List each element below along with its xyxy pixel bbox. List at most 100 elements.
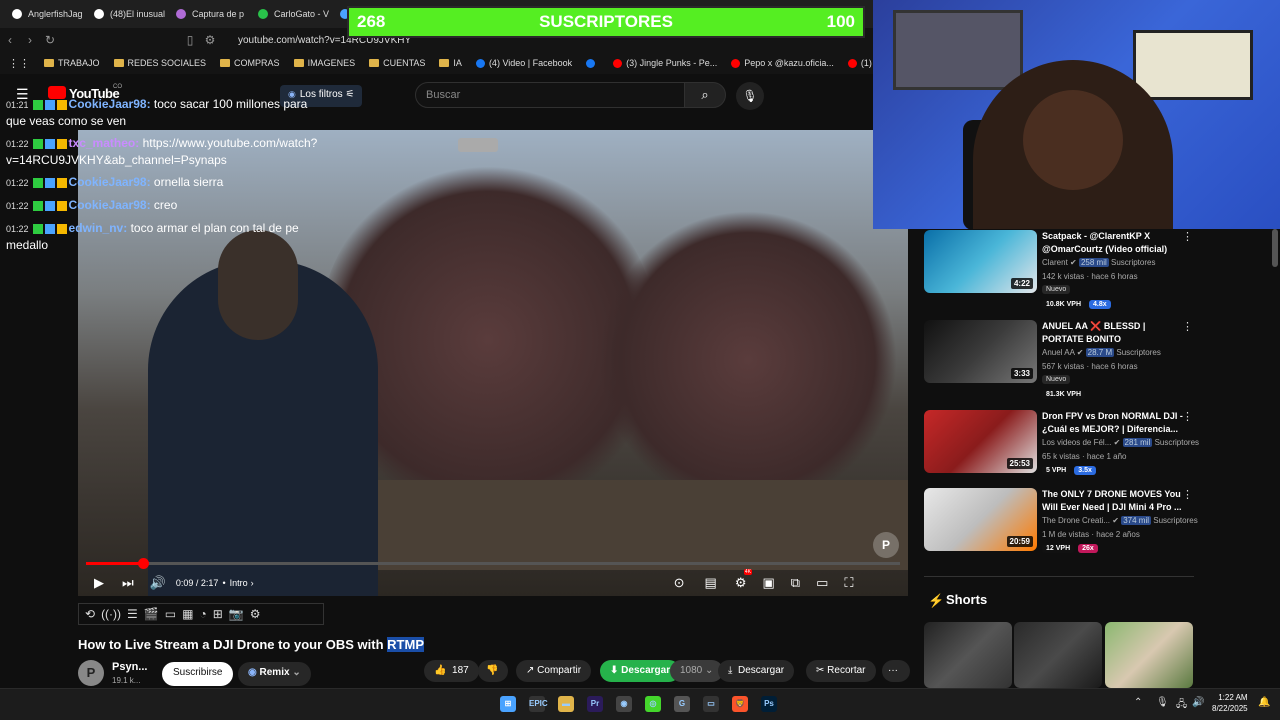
progress-knob[interactable] <box>137 558 149 569</box>
screen-icon[interactable]: ▭ <box>165 607 176 621</box>
more-vert-icon[interactable]: ⋮ <box>1182 410 1193 423</box>
subtitles-icon[interactable]: ▤ <box>705 575 717 591</box>
recommendation-title[interactable]: Dron FPV vs Dron NORMAL DJI - ¿Cuál es M… <box>1042 410 1187 436</box>
reload-icon[interactable]: ↻ <box>40 33 60 47</box>
pip-icon[interactable]: ⧉ <box>791 575 800 591</box>
chapter-label[interactable]: Intro <box>230 578 248 588</box>
app-icon[interactable]: G <box>674 696 690 712</box>
windows-start-icon[interactable]: ⊞ <box>500 696 516 712</box>
browser-tab[interactable]: AnglerfishJag <box>4 2 84 26</box>
bookmark-icon[interactable]: ▯ <box>180 33 200 47</box>
tray-volume-icon[interactable]: 🔊 <box>1192 697 1204 708</box>
photoshop-icon[interactable]: Ps <box>761 696 777 712</box>
next-icon[interactable]: ⏭ <box>122 575 134 591</box>
tray-network-icon[interactable]: 🖧 <box>1176 697 1187 714</box>
download-button[interactable]: ⤓ Descargar <box>718 660 795 682</box>
browser-tab[interactable]: CarloGato - V <box>250 2 330 26</box>
download-extension-button[interactable]: ⬇ Descargar <box>600 660 681 682</box>
bookmark-item[interactable]: REDES SOCIALES <box>113 58 206 68</box>
recommendation-title[interactable]: Scatpack - @ClarentKP X @OmarCourtz (Vid… <box>1042 230 1187 256</box>
bookmark-item[interactable]: COMPRAS <box>220 58 280 68</box>
more-vert-icon[interactable]: ⋮ <box>1182 230 1193 243</box>
autoplay-toggle[interactable]: ⊙ <box>674 575 685 591</box>
fullscreen-icon[interactable]: ⛶ <box>844 575 853 591</box>
add-icon[interactable]: ⊞ <box>213 607 223 621</box>
file-explorer-icon[interactable]: ▬ <box>558 696 574 712</box>
theater-icon[interactable]: ▭ <box>816 575 828 591</box>
share-button[interactable]: ↗ Compartir <box>516 660 592 682</box>
recommendation-thumbnail[interactable]: 4:22 <box>924 230 1037 293</box>
quality-select[interactable]: 1080 ⌄ <box>670 660 724 682</box>
loop-icon[interactable]: ⟲ <box>85 607 95 621</box>
epic-games-icon[interactable]: EPIC <box>529 696 548 712</box>
clip-button[interactable]: ✂ Recortar <box>806 660 876 682</box>
more-actions-button[interactable]: ··· <box>882 660 910 682</box>
grid-icon[interactable]: ▦ <box>182 607 193 621</box>
recommendation-title[interactable]: The ONLY 7 DRONE MOVES You Will Ever Nee… <box>1042 488 1187 514</box>
short-thumbnail[interactable] <box>1014 622 1102 688</box>
search-input[interactable]: Buscar <box>415 82 685 108</box>
recommendation-thumbnail[interactable]: 25:53 <box>924 410 1037 473</box>
terminal-icon[interactable]: ▭ <box>703 696 719 712</box>
back-icon[interactable]: ‹ <box>0 33 20 47</box>
playlist-icon[interactable]: ☰ <box>127 607 138 621</box>
bookmark-item[interactable] <box>586 58 599 68</box>
bookmark-item[interactable]: (3) Jingle Punks - Pe... <box>613 58 717 68</box>
dislike-button[interactable]: 👎 <box>478 660 508 682</box>
sidebar-scrollbar[interactable] <box>1272 229 1278 267</box>
recommendation-channel[interactable]: Anuel AA ✔ 28.7 M Suscriptores <box>1042 348 1161 357</box>
bookmark-item[interactable]: CUENTAS <box>369 58 425 68</box>
recommendation-item[interactable]: 3:33 ANUEL AA ❌ BLESSD | PORTATE BONITO An… <box>924 320 1194 399</box>
bookmark-item[interactable]: Pepo x @kazu.oficia... <box>731 58 834 68</box>
channel-avatar[interactable]: P <box>78 660 104 686</box>
tray-mic-icon[interactable]: 🎙 <box>1156 697 1169 708</box>
recommendation-item[interactable]: 25:53 Dron FPV vs Dron NORMAL DJI - ¿Cuál… <box>924 410 1199 475</box>
volume-icon[interactable]: 🔊 <box>150 575 166 591</box>
tray-chevron-up-icon[interactable]: ⌃ <box>1134 697 1142 708</box>
chrome-icon[interactable]: ◉ <box>616 696 632 712</box>
short-thumbnail[interactable] <box>924 622 1012 688</box>
recommendation-title[interactable]: ANUEL AA ❌ BLESSD | PORTATE BONITO <box>1042 320 1187 346</box>
miniplayer-icon[interactable]: ▣ <box>762 575 774 591</box>
notification-icon[interactable]: 🔔 <box>1258 697 1270 708</box>
brave-icon[interactable]: 🦁 <box>732 696 748 712</box>
recommendation-item[interactable]: 4:22 Scatpack - @ClarentKP X @OmarCourtz … <box>924 230 1194 309</box>
bookmark-item[interactable]: (4) Video | Facebook <box>475 58 572 68</box>
bookmark-item[interactable]: TRABAJO <box>44 58 100 68</box>
recommendation-channel[interactable]: The Drone Creati... ✔ 374 mil Suscriptor… <box>1042 516 1198 525</box>
forward-icon[interactable]: › <box>20 33 40 47</box>
bookmark-item[interactable]: IA <box>439 58 462 68</box>
speed-icon[interactable]: ◔ <box>199 607 206 621</box>
taskbar-clock[interactable]: 1:22 AM 8/22/2025 <box>1212 692 1248 714</box>
more-vert-icon[interactable]: ⋮ <box>1182 488 1193 501</box>
audio-icon[interactable]: ((·)) <box>101 607 121 621</box>
channel-name[interactable]: Psyn... <box>112 661 147 673</box>
settings-icon[interactable]: ⚙ 4K <box>735 569 752 591</box>
browser-tab[interactable]: Captura de p <box>168 2 248 26</box>
recommendation-thumbnail[interactable]: 3:33 <box>924 320 1037 383</box>
more-vert-icon[interactable]: ⋮ <box>1182 320 1193 333</box>
progress-bar[interactable] <box>86 562 900 565</box>
recommendation-thumbnail[interactable]: 20:59 <box>924 488 1037 551</box>
camera-icon[interactable]: 📷 <box>229 607 244 621</box>
play-icon[interactable]: ▶ <box>94 575 104 591</box>
site-info-icon[interactable]: ⚙ <box>200 33 220 47</box>
razer-icon[interactable]: ◎ <box>645 696 661 712</box>
chevron-right-icon[interactable]: › <box>251 578 254 588</box>
premiere-pro-icon[interactable]: Pr <box>587 696 603 712</box>
browser-tab[interactable]: (48)El inusual <box>86 2 166 26</box>
like-button[interactable]: 👍 187 <box>424 660 479 682</box>
gear-icon[interactable]: ⚙ <box>250 607 261 621</box>
clapper-icon[interactable]: 🎬 <box>144 607 159 621</box>
recommendation-channel[interactable]: Los videos de Fél... ✔ 281 mil Suscripto… <box>1042 438 1199 447</box>
voice-search-button[interactable]: 🎙 <box>736 82 764 110</box>
remix-button[interactable]: ◉ Remix ⌄ <box>238 662 311 686</box>
recommendation-channel[interactable]: Clarent ✔ 258 mil Suscriptores <box>1042 258 1155 267</box>
subscribe-button[interactable]: Suscribirse <box>162 662 234 686</box>
search-button[interactable]: ⌕ <box>684 82 726 108</box>
channel-watermark-icon[interactable]: P <box>873 532 899 558</box>
recommendation-item[interactable]: 20:59 The ONLY 7 DRONE MOVES You Will Eve… <box>924 488 1198 553</box>
short-thumbnail[interactable] <box>1105 622 1193 688</box>
apps-grid-icon[interactable]: ⋮⋮ <box>8 57 30 70</box>
bookmark-item[interactable]: IMAGENES <box>293 58 355 68</box>
